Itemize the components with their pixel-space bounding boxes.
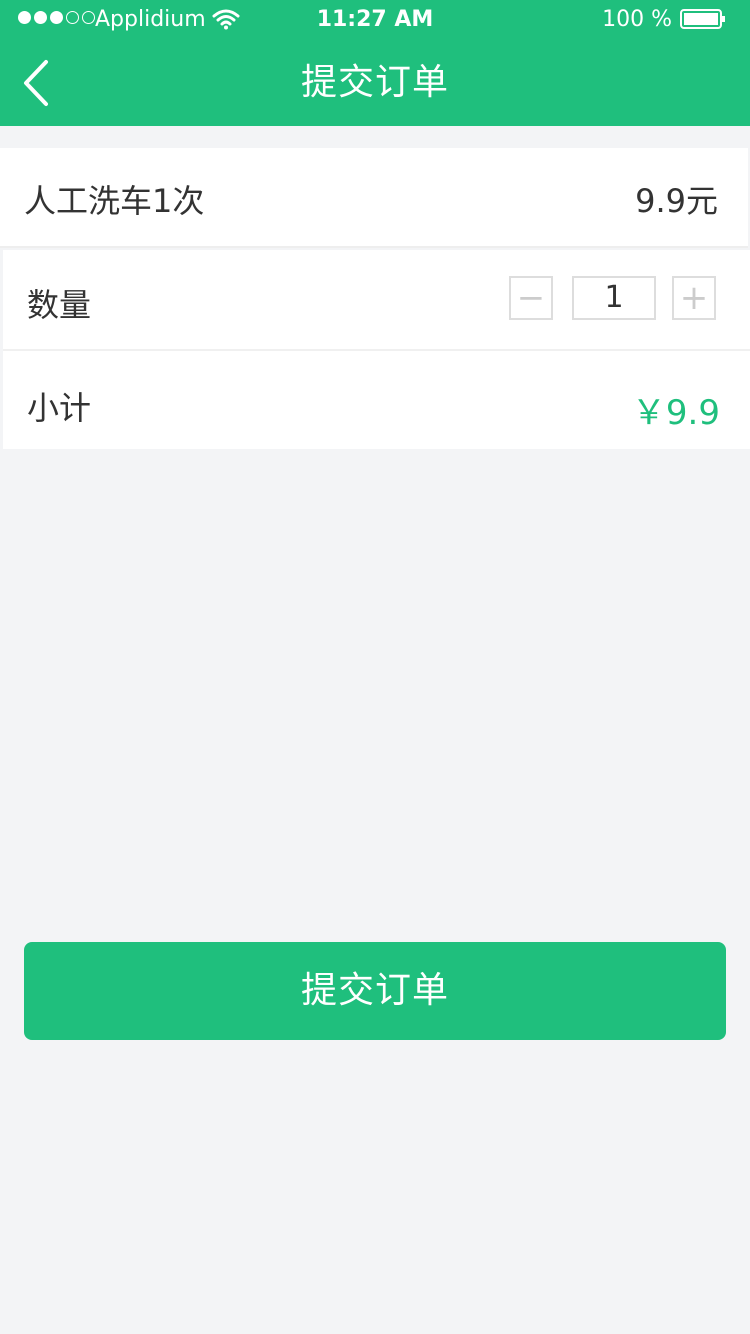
quantity-row: 数量 − 1 + [3,250,750,351]
header-bar: Applidium 11:27 AM 100 % 提交订单 [0,0,750,126]
submit-order-button[interactable]: 提交订单 [24,942,726,1040]
quantity-input[interactable]: 1 [572,276,656,320]
subtotal-amount: ￥9.9 [631,393,720,433]
product-row: 人工洗车1次 9.9元 [0,148,748,248]
product-price: 9.9元 [635,182,718,220]
decrease-quantity-button[interactable]: − [509,276,553,320]
battery-icon [680,9,725,29]
status-bar: Applidium 11:27 AM 100 % [0,0,750,40]
quantity-label: 数量 [27,286,92,324]
battery-percentage: 100 % [602,7,672,32]
subtotal-label: 小计 [27,389,92,427]
increase-quantity-button[interactable]: + [672,276,716,320]
navigation-bar: 提交订单 [0,40,750,126]
product-name: 人工洗车1次 [24,182,205,220]
page-title: 提交订单 [300,62,449,103]
app-screen: Applidium 11:27 AM 100 % 提交订单 人工洗车1次 9.9… [0,0,750,1334]
subtotal-row: 小计 ￥9.9 [3,351,750,449]
